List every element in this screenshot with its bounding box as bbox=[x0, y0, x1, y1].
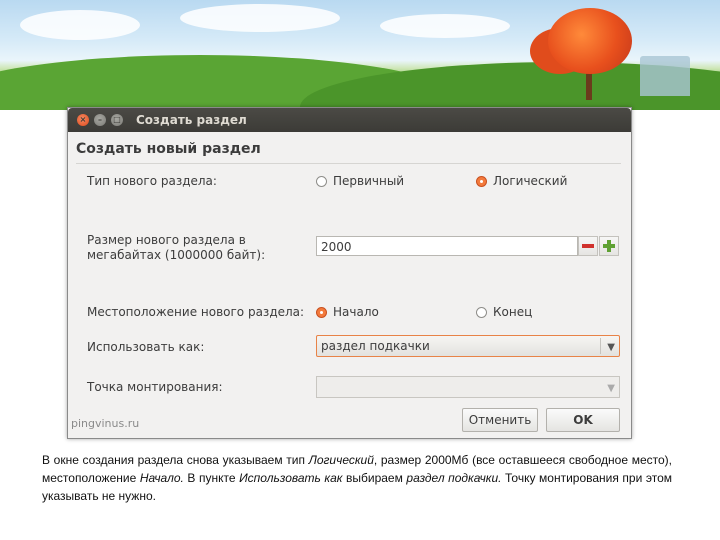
create-partition-dialog: × – □ Создать раздел Создать новый разде… bbox=[67, 107, 632, 439]
radio-button-selected-icon[interactable] bbox=[476, 175, 487, 187]
radio-start[interactable]: Начало bbox=[316, 305, 379, 319]
caption-italic: Логический bbox=[308, 453, 374, 467]
caption-text: выбираем bbox=[342, 471, 407, 485]
radio-primary-label: Первичный bbox=[333, 174, 405, 188]
caption-italic: Начало. bbox=[139, 471, 184, 485]
size-label-line1: Размер нового раздела в bbox=[87, 233, 246, 247]
size-input[interactable]: 2000 bbox=[316, 236, 578, 256]
radio-button-icon[interactable] bbox=[476, 306, 487, 318]
title-bar[interactable]: × – □ Создать раздел bbox=[68, 108, 631, 132]
radio-button-selected-icon[interactable] bbox=[316, 306, 327, 318]
ok-button[interactable]: OK bbox=[546, 408, 620, 432]
size-label: Размер нового раздела в мегабайтах (1000… bbox=[87, 233, 265, 263]
dropdown-arrow-icon: ▼ bbox=[607, 383, 615, 394]
increase-size-button[interactable] bbox=[599, 236, 619, 256]
slide-caption: В окне создания раздела снова указываем … bbox=[42, 451, 672, 505]
size-label-line2: мегабайтах (1000000 байт): bbox=[87, 248, 266, 262]
cancel-button[interactable]: Отменить bbox=[462, 408, 538, 432]
window-title: Создать раздел bbox=[136, 113, 247, 127]
radio-start-label: Начало bbox=[333, 305, 379, 319]
caption-text: В пункте bbox=[183, 471, 240, 485]
use-as-label: Использовать как: bbox=[87, 340, 205, 354]
radio-primary[interactable]: Первичный bbox=[316, 174, 404, 188]
divider bbox=[76, 163, 621, 164]
radio-button-icon[interactable] bbox=[316, 175, 327, 187]
maximize-icon[interactable]: □ bbox=[111, 114, 123, 126]
decrease-size-button[interactable] bbox=[578, 236, 598, 256]
radio-logical[interactable]: Логический bbox=[476, 174, 567, 188]
location-label: Местоположение нового раздела: bbox=[87, 305, 305, 319]
caption-italic: раздел подкачки. bbox=[406, 471, 502, 485]
use-as-select[interactable]: раздел подкачки ▼ bbox=[316, 335, 620, 357]
partition-type-label: Тип нового раздела: bbox=[87, 174, 217, 188]
dialog-heading: Создать новый раздел bbox=[76, 141, 261, 157]
mount-point-select[interactable]: ▼ bbox=[316, 376, 620, 398]
radio-end-label: Конец bbox=[493, 305, 533, 319]
dropdown-arrow-icon[interactable]: ▼ bbox=[607, 338, 615, 358]
use-as-value: раздел подкачки bbox=[321, 339, 430, 353]
mount-point-label: Точка монтирования: bbox=[87, 380, 223, 394]
watermark: pingvinus.ru bbox=[71, 417, 140, 430]
close-icon[interactable]: × bbox=[77, 114, 89, 126]
minus-icon bbox=[582, 244, 594, 248]
minimize-icon[interactable]: – bbox=[94, 114, 106, 126]
radio-end[interactable]: Конец bbox=[476, 305, 532, 319]
desktop-wallpaper bbox=[0, 0, 720, 110]
radio-logical-label: Логический bbox=[493, 174, 568, 188]
caption-italic: Использовать как bbox=[239, 471, 343, 485]
caption-text: В окне создания раздела снова указываем … bbox=[42, 453, 309, 467]
